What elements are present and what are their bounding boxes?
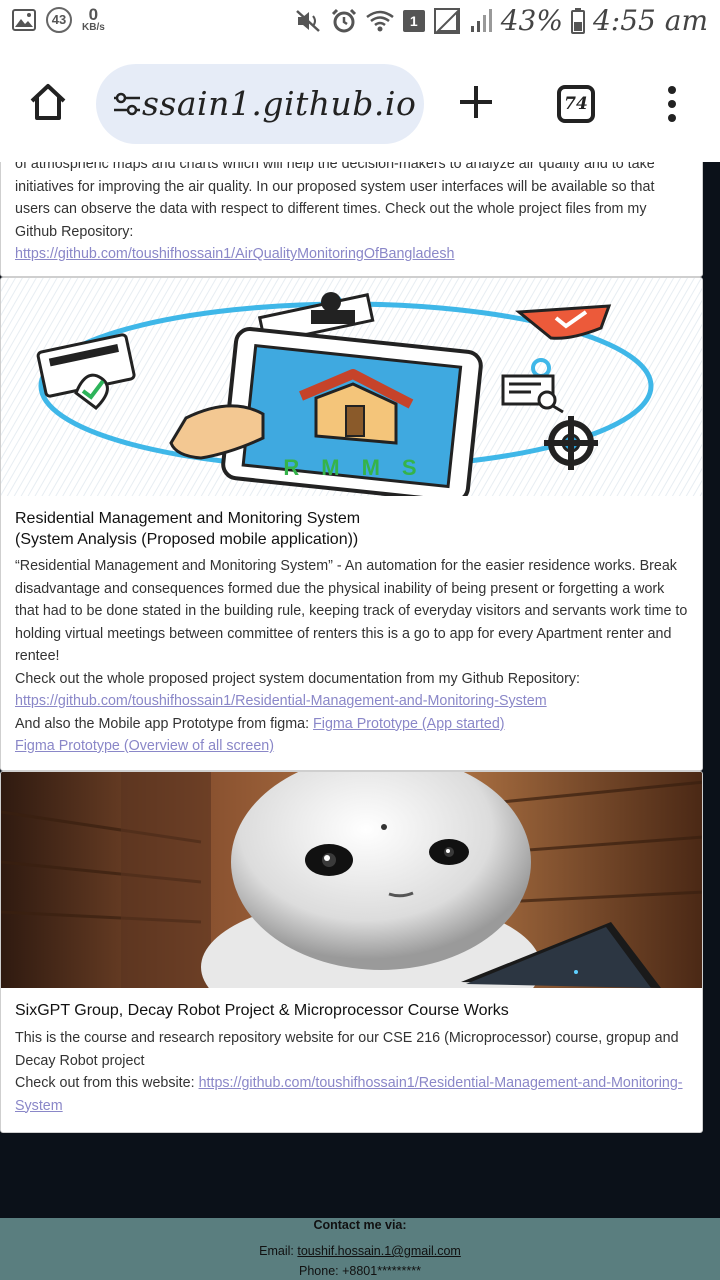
contact-email-row: Email: toushif.hossain.1@gmail.com [0,1244,720,1258]
browser-toolbar: ssain1.github.io 74 [0,46,720,162]
menu-dot [668,114,676,122]
rmms-logo-text: RMMS [283,455,438,480]
contact-phone: Phone: +8801********* [299,1264,421,1278]
alarm-icon [331,8,357,34]
site-settings-icon[interactable] [112,91,142,117]
project-checkout-text: Check out the whole proposed project sys… [15,670,580,687]
project-github-link[interactable]: https://github.com/toushifhossain1/Resid… [15,693,547,709]
figma-prefix: And also the Mobile app Prototype from f… [15,715,310,732]
sim-badge: 1 [402,9,425,32]
robot-photo [1,772,702,988]
rmms-illustration: RMMS [1,278,702,496]
project-title: Residential Management and Monitoring Sy… [15,510,361,548]
battery-icon [570,7,585,34]
project-description: This is the course and research reposito… [15,1030,679,1069]
email-label: Email: [259,1244,294,1258]
tab-switcher-button[interactable]: 74 [557,85,595,123]
menu-dot [668,100,676,108]
project-title: SixGPT Group, Decay Robot Project & Micr… [15,1002,509,1019]
wifi-icon [365,9,395,33]
gallery-icon [12,8,36,31]
project-card-air-quality: of atmospheric maps and charts which wil… [0,162,703,277]
project-description: “Residential Management and Monitoring S… [15,558,688,664]
figma-link-app-started[interactable]: Figma Prototype (App started) [313,716,505,732]
new-tab-button[interactable] [458,84,494,120]
contact-footer: Contact me via: Email: toushif.hossain.1… [0,1218,720,1280]
signal-icon-2 [469,8,493,34]
project-card-rmms: RMMS Residential Management and Monitori… [0,277,703,771]
project-card-sixgpt: SixGPT Group, Decay Robot Project & Micr… [0,771,703,1133]
page-content: of atmospheric maps and charts which wil… [0,162,720,1218]
url-text[interactable]: ssain1.github.io [142,84,416,123]
mute-icon [295,9,323,33]
figma-link-overview[interactable]: Figma Prototype (Overview of all screen) [15,738,274,754]
battery-percentage: 43% [500,4,563,37]
more-menu-button[interactable] [664,86,680,122]
email-link[interactable]: toushif.hossain.1@gmail.com [297,1244,460,1258]
project-description: of atmospheric maps and charts which wil… [15,162,655,240]
home-button[interactable] [28,82,68,122]
project-github-link[interactable]: https://github.com/toushifhossain1/AirQu… [15,246,454,262]
network-speed: 0 KB/s [82,5,105,33]
signal-icon-1 [433,7,461,35]
checkout-prefix: Check out from this website: [15,1075,195,1091]
address-bar[interactable]: ssain1.github.io [96,64,424,144]
status-bar: 43 0 KB/s 1 43% 4:55 am [0,0,720,46]
contact-title: Contact me via: [313,1218,407,1232]
notification-count-badge: 43 [46,6,72,33]
clock: 4:55 am [592,4,708,37]
home-icon [30,84,66,120]
plus-icon [460,86,492,118]
menu-dot [668,86,676,94]
